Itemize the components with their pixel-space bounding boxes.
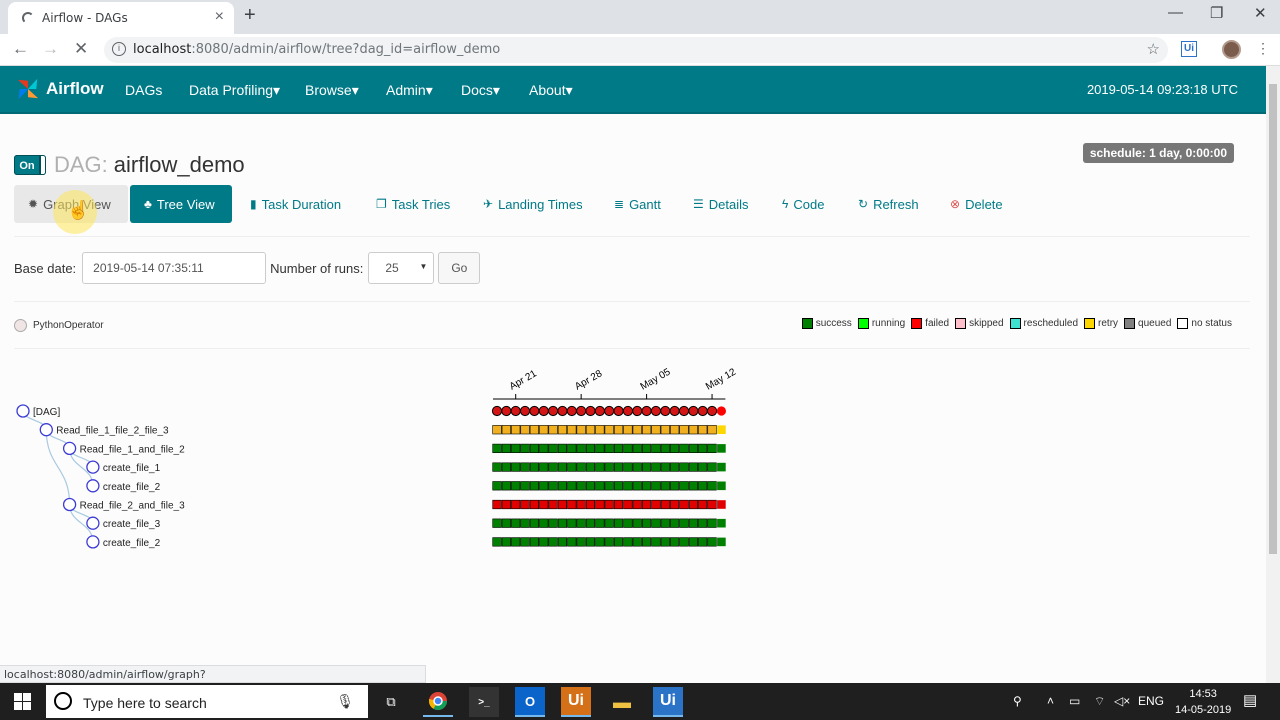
taskbar-clock[interactable]: 14:53 14-05-2019 bbox=[1175, 686, 1231, 718]
loading-spinner-icon bbox=[22, 12, 34, 24]
file-explorer-icon[interactable]: ▬ bbox=[607, 687, 637, 717]
profile-avatar[interactable] bbox=[1222, 40, 1241, 59]
nav-about[interactable]: About▾ bbox=[529, 82, 573, 99]
bar-chart-icon: ▮ bbox=[250, 197, 257, 211]
tab-tree-view[interactable]: ♣ Tree View bbox=[130, 185, 232, 223]
forward-icon[interactable]: → bbox=[42, 39, 59, 59]
people-icon[interactable]: ⚲ bbox=[1013, 694, 1022, 708]
view-tabs: ✹ Graph View ♣ Tree View ▮ Task Duration ❐ T… bbox=[14, 185, 1250, 223]
page-scrollbar[interactable] bbox=[1266, 66, 1280, 683]
clock-date: 14-05-2019 bbox=[1175, 704, 1232, 716]
tab-task-duration[interactable]: ▮ Task Duration bbox=[236, 185, 355, 223]
chevron-down-icon: ▼ bbox=[419, 262, 428, 271]
runs-label: Number of runs: bbox=[270, 260, 364, 276]
nav-browse[interactable]: Browse▾ bbox=[305, 82, 359, 99]
battery-icon[interactable]: ▭ bbox=[1069, 694, 1080, 708]
search-placeholder: Type here to search bbox=[83, 695, 207, 711]
tab-delete[interactable]: ⊗ Delete bbox=[936, 185, 1017, 223]
browser-tab-strip: Airflow - DAGs × + — ❐ ✕ bbox=[0, 0, 1280, 34]
scroll-thumb[interactable] bbox=[1269, 84, 1277, 554]
uipath-robot-icon[interactable]: Ui bbox=[653, 687, 683, 717]
brand-name: Airflow bbox=[46, 79, 104, 98]
chrome-icon[interactable] bbox=[423, 687, 453, 717]
tab-refresh[interactable]: ↻ Refresh bbox=[844, 185, 933, 223]
toggle-knob bbox=[40, 155, 46, 175]
toggle-on-label: On bbox=[14, 155, 40, 175]
nav-docs[interactable]: Docs▾ bbox=[461, 82, 500, 99]
minimize-icon[interactable]: — bbox=[1168, 4, 1183, 21]
bookmark-star-icon[interactable]: ☆ bbox=[1147, 40, 1160, 58]
microphone-icon[interactable]: 🎙 bbox=[336, 693, 354, 710]
windows-start-icon[interactable] bbox=[14, 693, 31, 710]
list-icon: ☰ bbox=[693, 197, 704, 211]
tree-icon: ♣ bbox=[144, 197, 152, 211]
dag-toggle[interactable]: On bbox=[14, 155, 46, 175]
clock-time: 14:53 bbox=[1189, 688, 1217, 700]
nav-admin[interactable]: Admin▾ bbox=[386, 82, 433, 99]
dag-id: airflow_demo bbox=[113, 152, 245, 177]
runs-select[interactable]: 25 ▼ bbox=[368, 252, 435, 284]
wifi-icon[interactable]: ⌔ bbox=[1094, 694, 1105, 709]
terminal-icon[interactable]: >_ bbox=[469, 687, 499, 717]
server-time: 2019-05-14 09:23:18 UTC bbox=[1086, 82, 1238, 97]
outlook-icon[interactable]: O bbox=[515, 687, 545, 717]
airflow-logo-icon bbox=[17, 78, 39, 100]
align-left-icon: ≣ bbox=[614, 197, 625, 211]
dag-label: DAG: bbox=[54, 152, 108, 177]
menu-dots-icon[interactable]: ⋮ bbox=[1256, 40, 1270, 57]
link-status-bar: localhost:8080/admin/airflow/graph?execu… bbox=[0, 665, 426, 694]
plane-icon: ✈ bbox=[483, 197, 494, 211]
tab-code[interactable]: ϟ Code bbox=[768, 185, 838, 223]
remove-icon: ⊗ bbox=[950, 197, 961, 211]
address-bar[interactable]: i localhost:8080/admin/airflow/tree?dag_… bbox=[104, 37, 1168, 63]
tab-gantt[interactable]: ≣ Gantt bbox=[600, 185, 675, 223]
uipath-extension-icon[interactable]: Ui bbox=[1181, 41, 1197, 57]
tab-title: Airflow - DAGs bbox=[42, 11, 128, 25]
airflow-navbar: Airflow DAGs Data Profiling▾ Browse▾ Adm… bbox=[0, 66, 1266, 114]
nav-data-profiling[interactable]: Data Profiling▾ bbox=[189, 82, 280, 99]
browser-toolbar: ← → ✕ i localhost:8080/admin/airflow/tre… bbox=[0, 34, 1280, 66]
tab-landing-times[interactable]: ✈ Landing Times bbox=[469, 185, 597, 223]
windows-taskbar: Type here to search 🎙 ⧉ >_ O Ui ▬ Ui ⚲ ˄… bbox=[0, 683, 1280, 720]
stop-loading-icon[interactable]: ✕ bbox=[74, 39, 88, 59]
flash-icon: ϟ bbox=[782, 197, 789, 211]
info-icon[interactable]: i bbox=[112, 42, 126, 56]
browser-tab[interactable]: Airflow - DAGs × bbox=[8, 2, 234, 34]
airflow-brand[interactable]: Airflow bbox=[16, 77, 104, 101]
url-text[interactable]: localhost:8080/admin/airflow/tree?dag_id… bbox=[133, 42, 500, 57]
new-tab-icon[interactable]: + bbox=[244, 4, 256, 27]
base-date-label: Base date: bbox=[14, 260, 77, 276]
window-close-icon[interactable]: ✕ bbox=[1254, 4, 1267, 22]
back-icon[interactable]: ← bbox=[12, 39, 29, 59]
graph-icon: ✹ bbox=[28, 197, 39, 211]
language-indicator[interactable]: ENG bbox=[1138, 694, 1164, 708]
task-view-icon[interactable]: ⧉ bbox=[376, 687, 406, 717]
volume-icon[interactable]: ◁× bbox=[1114, 694, 1130, 708]
notifications-icon[interactable]: ▤ bbox=[1243, 691, 1257, 709]
go-button[interactable]: Go bbox=[438, 252, 481, 284]
cortana-icon bbox=[54, 692, 72, 710]
base-date-input[interactable]: 2019-05-14 07:35:11 bbox=[82, 252, 267, 284]
close-tab-icon[interactable]: × bbox=[215, 8, 224, 26]
tab-details[interactable]: ☰ Details bbox=[679, 185, 763, 223]
tray-chevron-icon[interactable]: ˄ bbox=[1047, 694, 1054, 708]
restore-icon[interactable]: ❐ bbox=[1210, 4, 1223, 22]
tab-task-tries[interactable]: ❐ Task Tries bbox=[362, 185, 464, 223]
taskbar-search[interactable]: Type here to search 🎙 bbox=[46, 685, 368, 718]
uipath-studio-icon[interactable]: Ui bbox=[561, 687, 591, 717]
tab-graph-view[interactable]: ✹ Graph View bbox=[14, 185, 128, 223]
nav-dags[interactable]: DAGs bbox=[125, 82, 162, 98]
refresh-icon: ↻ bbox=[858, 197, 869, 211]
files-icon: ❐ bbox=[376, 197, 387, 211]
dag-title-row: On DAG: airflow_demo bbox=[14, 152, 245, 178]
tree-form: Base date: 2019-05-14 07:35:11 Number of… bbox=[14, 252, 481, 284]
